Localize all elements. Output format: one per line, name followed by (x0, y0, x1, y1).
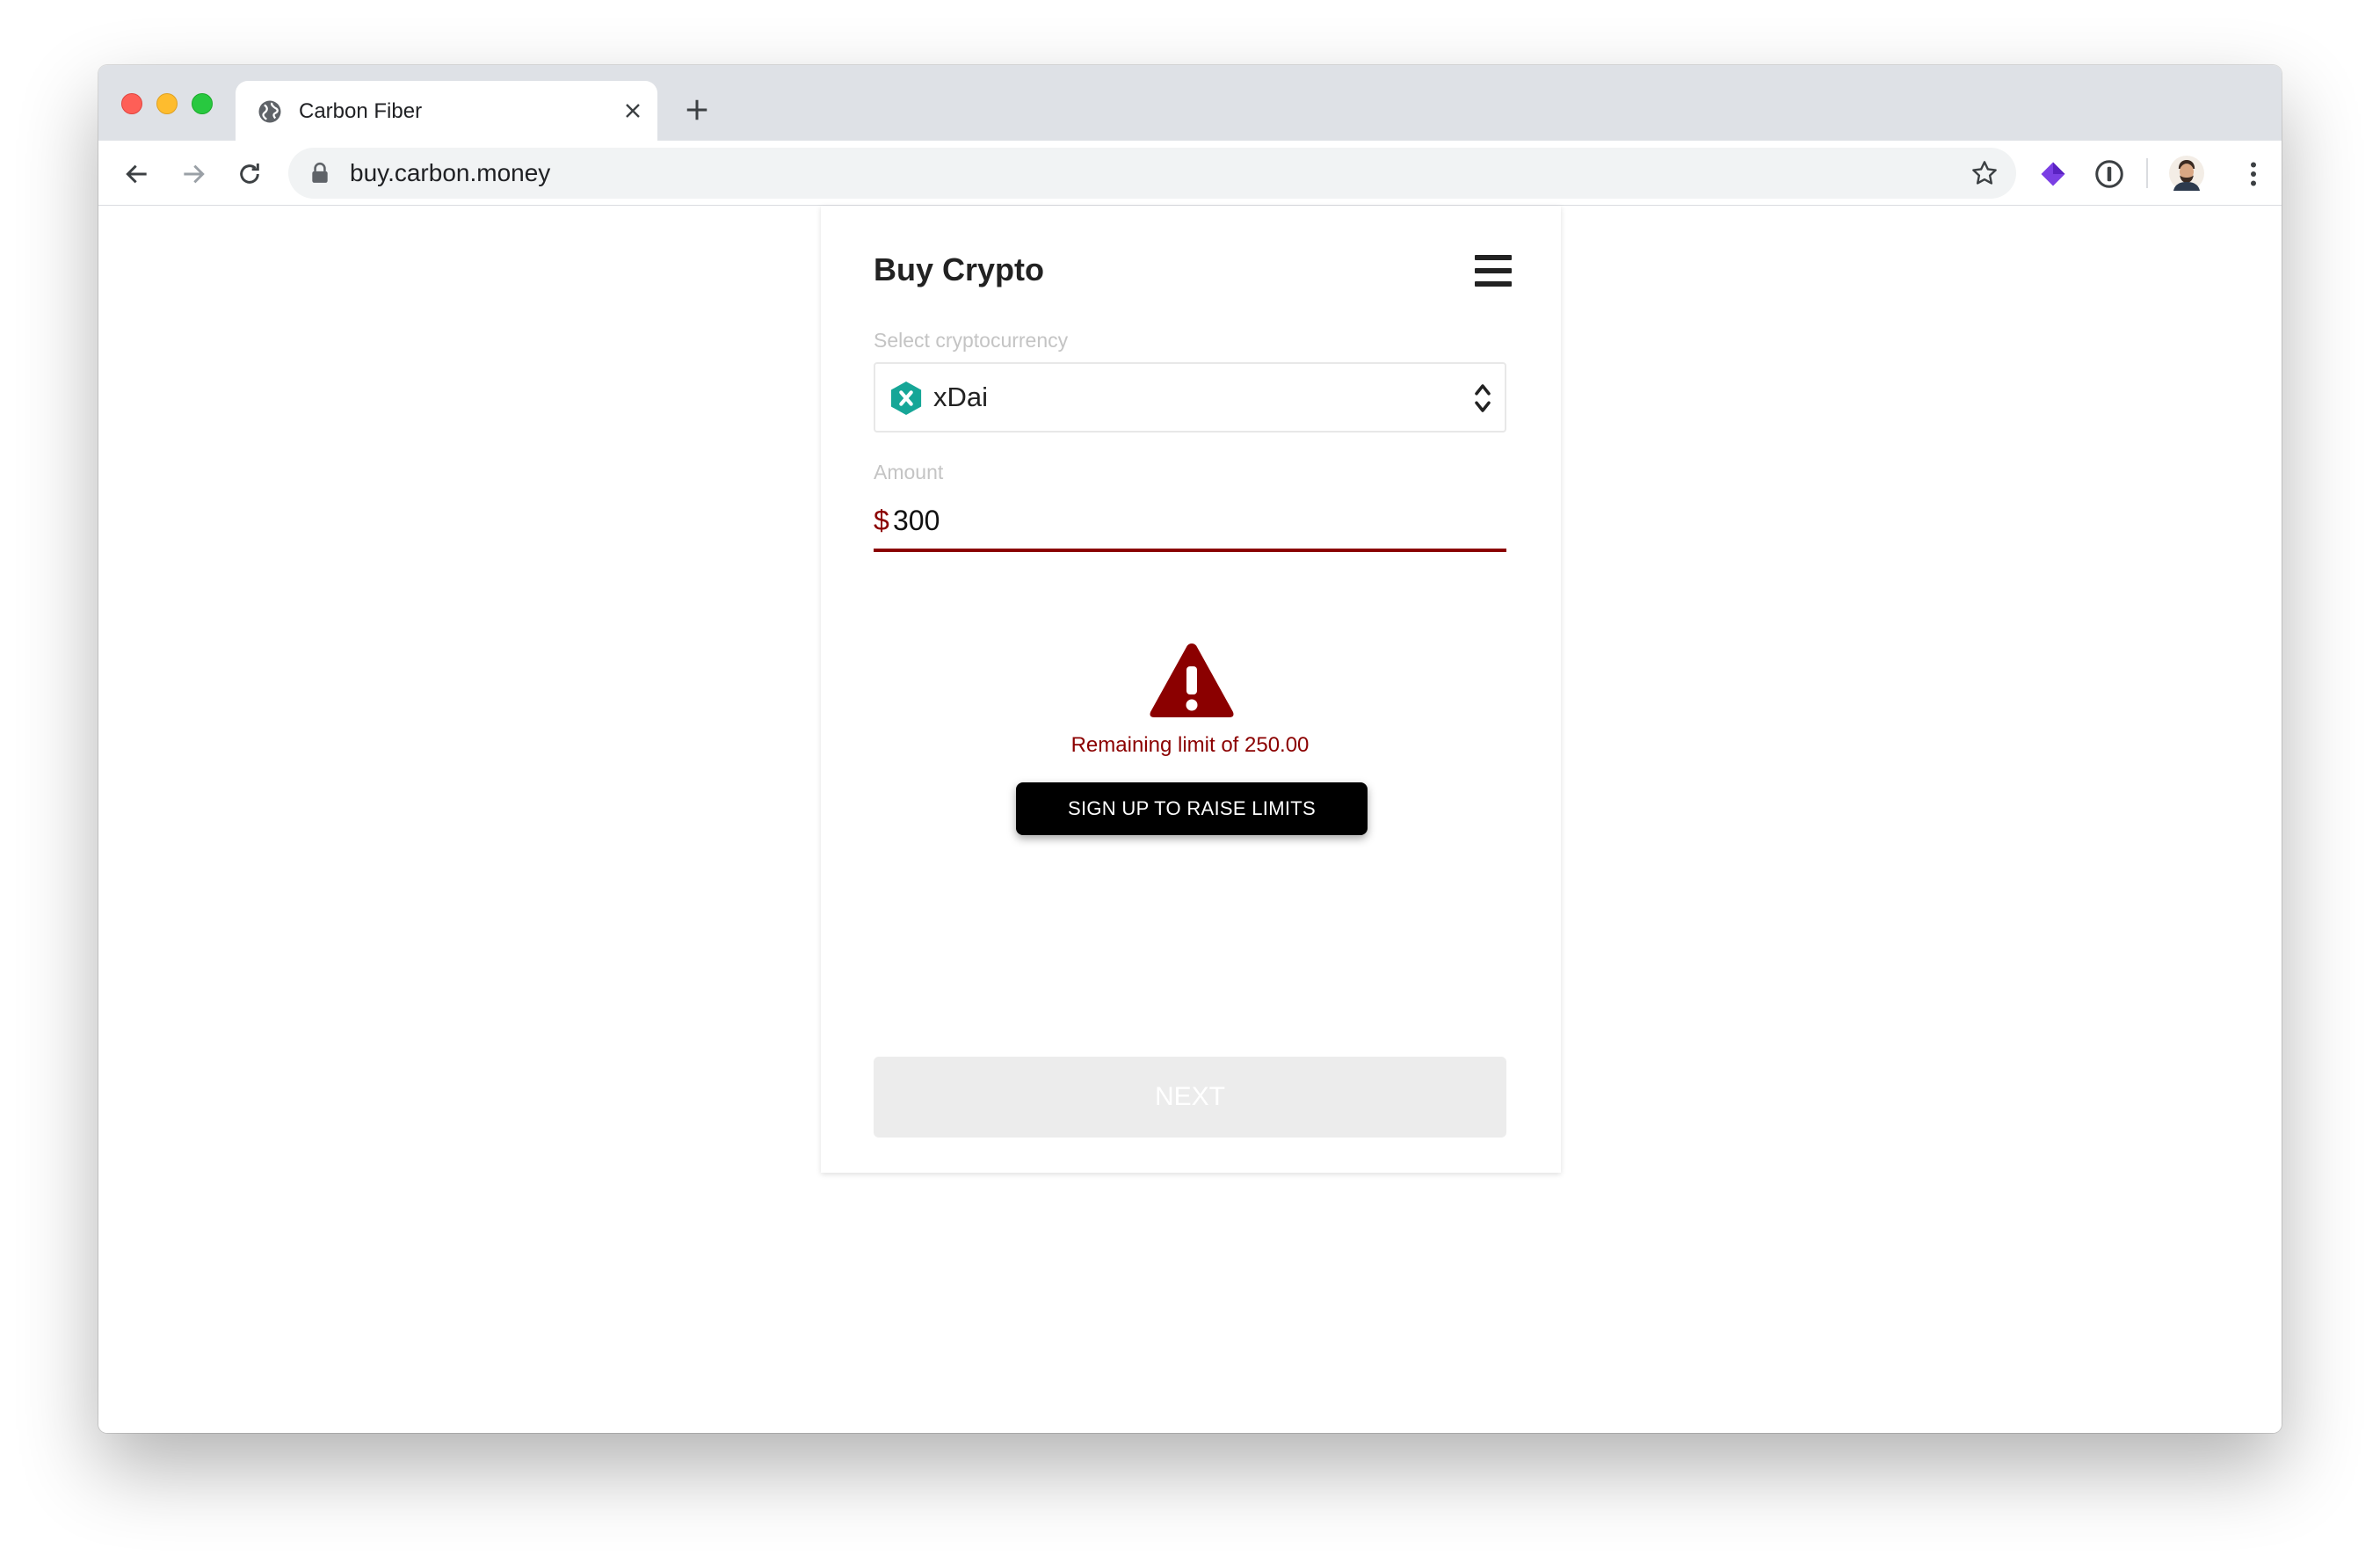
menu-icon[interactable] (1475, 255, 1512, 287)
toolbar-divider (2146, 158, 2148, 188)
amount-input[interactable]: $ 300 (874, 498, 1506, 552)
tab-title: Carbon Fiber (299, 99, 423, 123)
browser-tab[interactable]: Carbon Fiber (236, 81, 657, 141)
amount-label: Amount (874, 461, 944, 483)
extension-gem-icon[interactable] (2037, 158, 2069, 190)
currency-symbol: $ (874, 505, 889, 536)
close-tab-icon[interactable] (622, 100, 643, 121)
lock-icon (312, 162, 328, 183)
selected-cryptocurrency: xDai (933, 382, 989, 412)
password-manager-icon[interactable] (2093, 158, 2125, 190)
minimize-window-button[interactable] (156, 93, 178, 114)
xdai-coin-icon (890, 382, 922, 415)
limit-warning-text: Remaining limit of 250.00 (1070, 733, 1310, 757)
browser-window: Carbon Fiber buy.carbon.money Buy Crypto… (98, 65, 2282, 1433)
sign-up-raise-limits-button[interactable]: SIGN UP TO RAISE LIMITS (1016, 782, 1368, 835)
next-button[interactable]: NEXT (874, 1057, 1506, 1138)
profile-avatar-icon[interactable] (2169, 156, 2204, 191)
forward-arrow-icon[interactable] (179, 160, 207, 188)
new-tab-icon[interactable] (684, 97, 710, 123)
maximize-window-button[interactable] (192, 93, 213, 114)
close-window-button[interactable] (121, 93, 142, 114)
chevron-up-down-icon (1475, 384, 1491, 412)
buy-crypto-card: Buy Crypto Select cryptocurrency xDai Am… (821, 206, 1561, 1173)
page-content: Buy Crypto Select cryptocurrency xDai Am… (98, 206, 2282, 1433)
globe-icon (258, 100, 281, 123)
url-text: buy.carbon.money (350, 159, 551, 186)
page-title: Buy Crypto (874, 251, 1045, 287)
amount-value: 300 (893, 505, 940, 536)
select-cryptocurrency-label: Select cryptocurrency (874, 329, 1069, 352)
cryptocurrency-select[interactable]: xDai (874, 362, 1506, 433)
back-arrow-icon[interactable] (123, 160, 151, 188)
address-bar[interactable]: buy.carbon.money (288, 148, 2016, 199)
bookmark-star-icon[interactable] (1970, 159, 1999, 187)
browser-toolbar: buy.carbon.money (98, 141, 2282, 206)
title-bar: Carbon Fiber (98, 65, 2282, 141)
more-options-icon[interactable] (2238, 158, 2269, 190)
reload-icon[interactable] (236, 160, 264, 188)
warning-triangle-icon (1150, 643, 1234, 717)
